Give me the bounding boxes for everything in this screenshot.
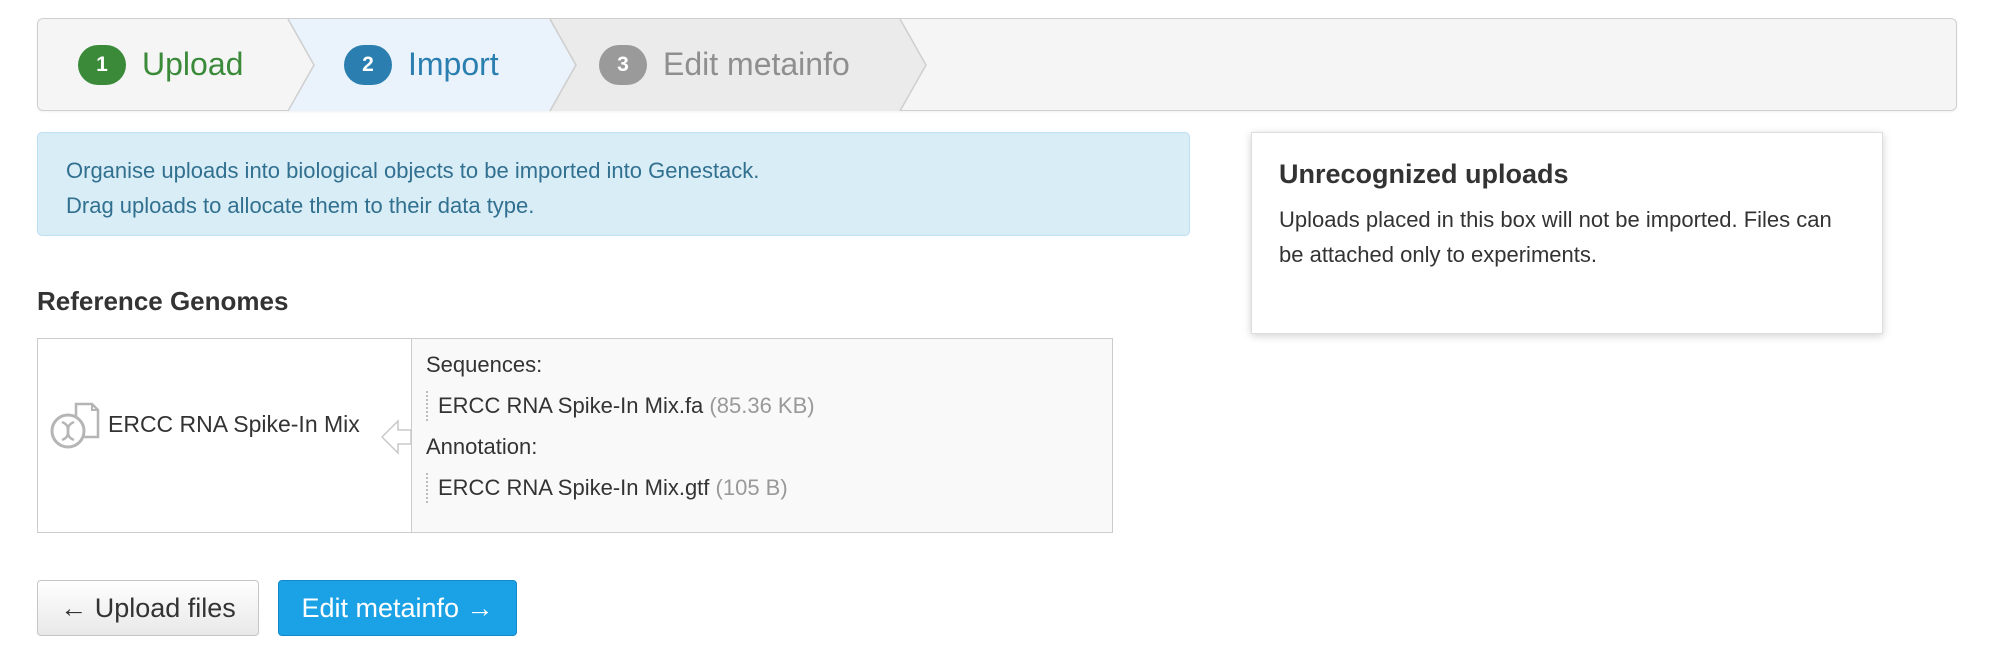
file-name: ERCC RNA Spike-In Mix.gtf: [438, 475, 710, 500]
annotation-file-item[interactable]: ERCC RNA Spike-In Mix.gtf (105 B): [426, 473, 1098, 503]
file-size: (105 B): [715, 475, 788, 500]
genome-file-icon: [48, 401, 102, 454]
annotation-label: Annotation:: [426, 434, 538, 459]
unrecognized-uploads-title: Unrecognized uploads: [1279, 159, 1569, 189]
info-alert: Organise uploads into biological objects…: [37, 132, 1190, 236]
arrow-left-icon: [380, 417, 412, 462]
wizard-step-backgrounds: [287, 19, 927, 112]
unrecognized-uploads-description: Uploads placed in this box will not be i…: [1279, 207, 1832, 267]
file-name: ERCC RNA Spike-In Mix.fa: [438, 393, 704, 418]
step-label: Import: [408, 46, 499, 82]
step-number-badge: 3: [599, 44, 647, 85]
step-import[interactable]: 2 Import: [344, 19, 499, 110]
genome-object[interactable]: ERCC RNA Spike-In Mix: [38, 339, 411, 532]
step-label: Edit metainfo: [663, 46, 850, 82]
import-wizard-steps: 1 Upload 2 Import 3 Edit metainfo: [37, 18, 1957, 112]
sequences-label: Sequences:: [426, 352, 543, 377]
step-upload[interactable]: 1 Upload: [78, 19, 243, 110]
edit-metainfo-button[interactable]: Edit metainfo →: [278, 580, 517, 636]
sequence-file-item[interactable]: ERCC RNA Spike-In Mix.fa (85.36 KB): [426, 391, 1098, 421]
section-title-reference-genomes: Reference Genomes: [37, 286, 289, 316]
step-edit-metainfo[interactable]: 3 Edit metainfo: [599, 19, 850, 110]
genome-name: ERCC RNA Spike-In Mix: [108, 411, 360, 437]
info-text-line-1: Organise uploads into biological objects…: [66, 158, 760, 183]
reference-genome-card[interactable]: ERCC RNA Spike-In Mix Sequences: ERCC RN…: [37, 338, 1113, 533]
unrecognized-uploads-dropzone[interactable]: Unrecognized uploads Uploads placed in t…: [1251, 132, 1883, 334]
step-number-badge: 2: [344, 44, 392, 85]
info-text-line-2: Drag uploads to allocate them to their d…: [66, 193, 535, 218]
step-label: Upload: [142, 46, 244, 82]
step-number-badge: 1: [78, 44, 126, 85]
upload-files-button[interactable]: ← Upload files: [37, 580, 259, 636]
file-size: (85.36 KB): [709, 393, 815, 418]
genome-files-panel: Sequences: ERCC RNA Spike-In Mix.fa (85.…: [411, 339, 1112, 532]
